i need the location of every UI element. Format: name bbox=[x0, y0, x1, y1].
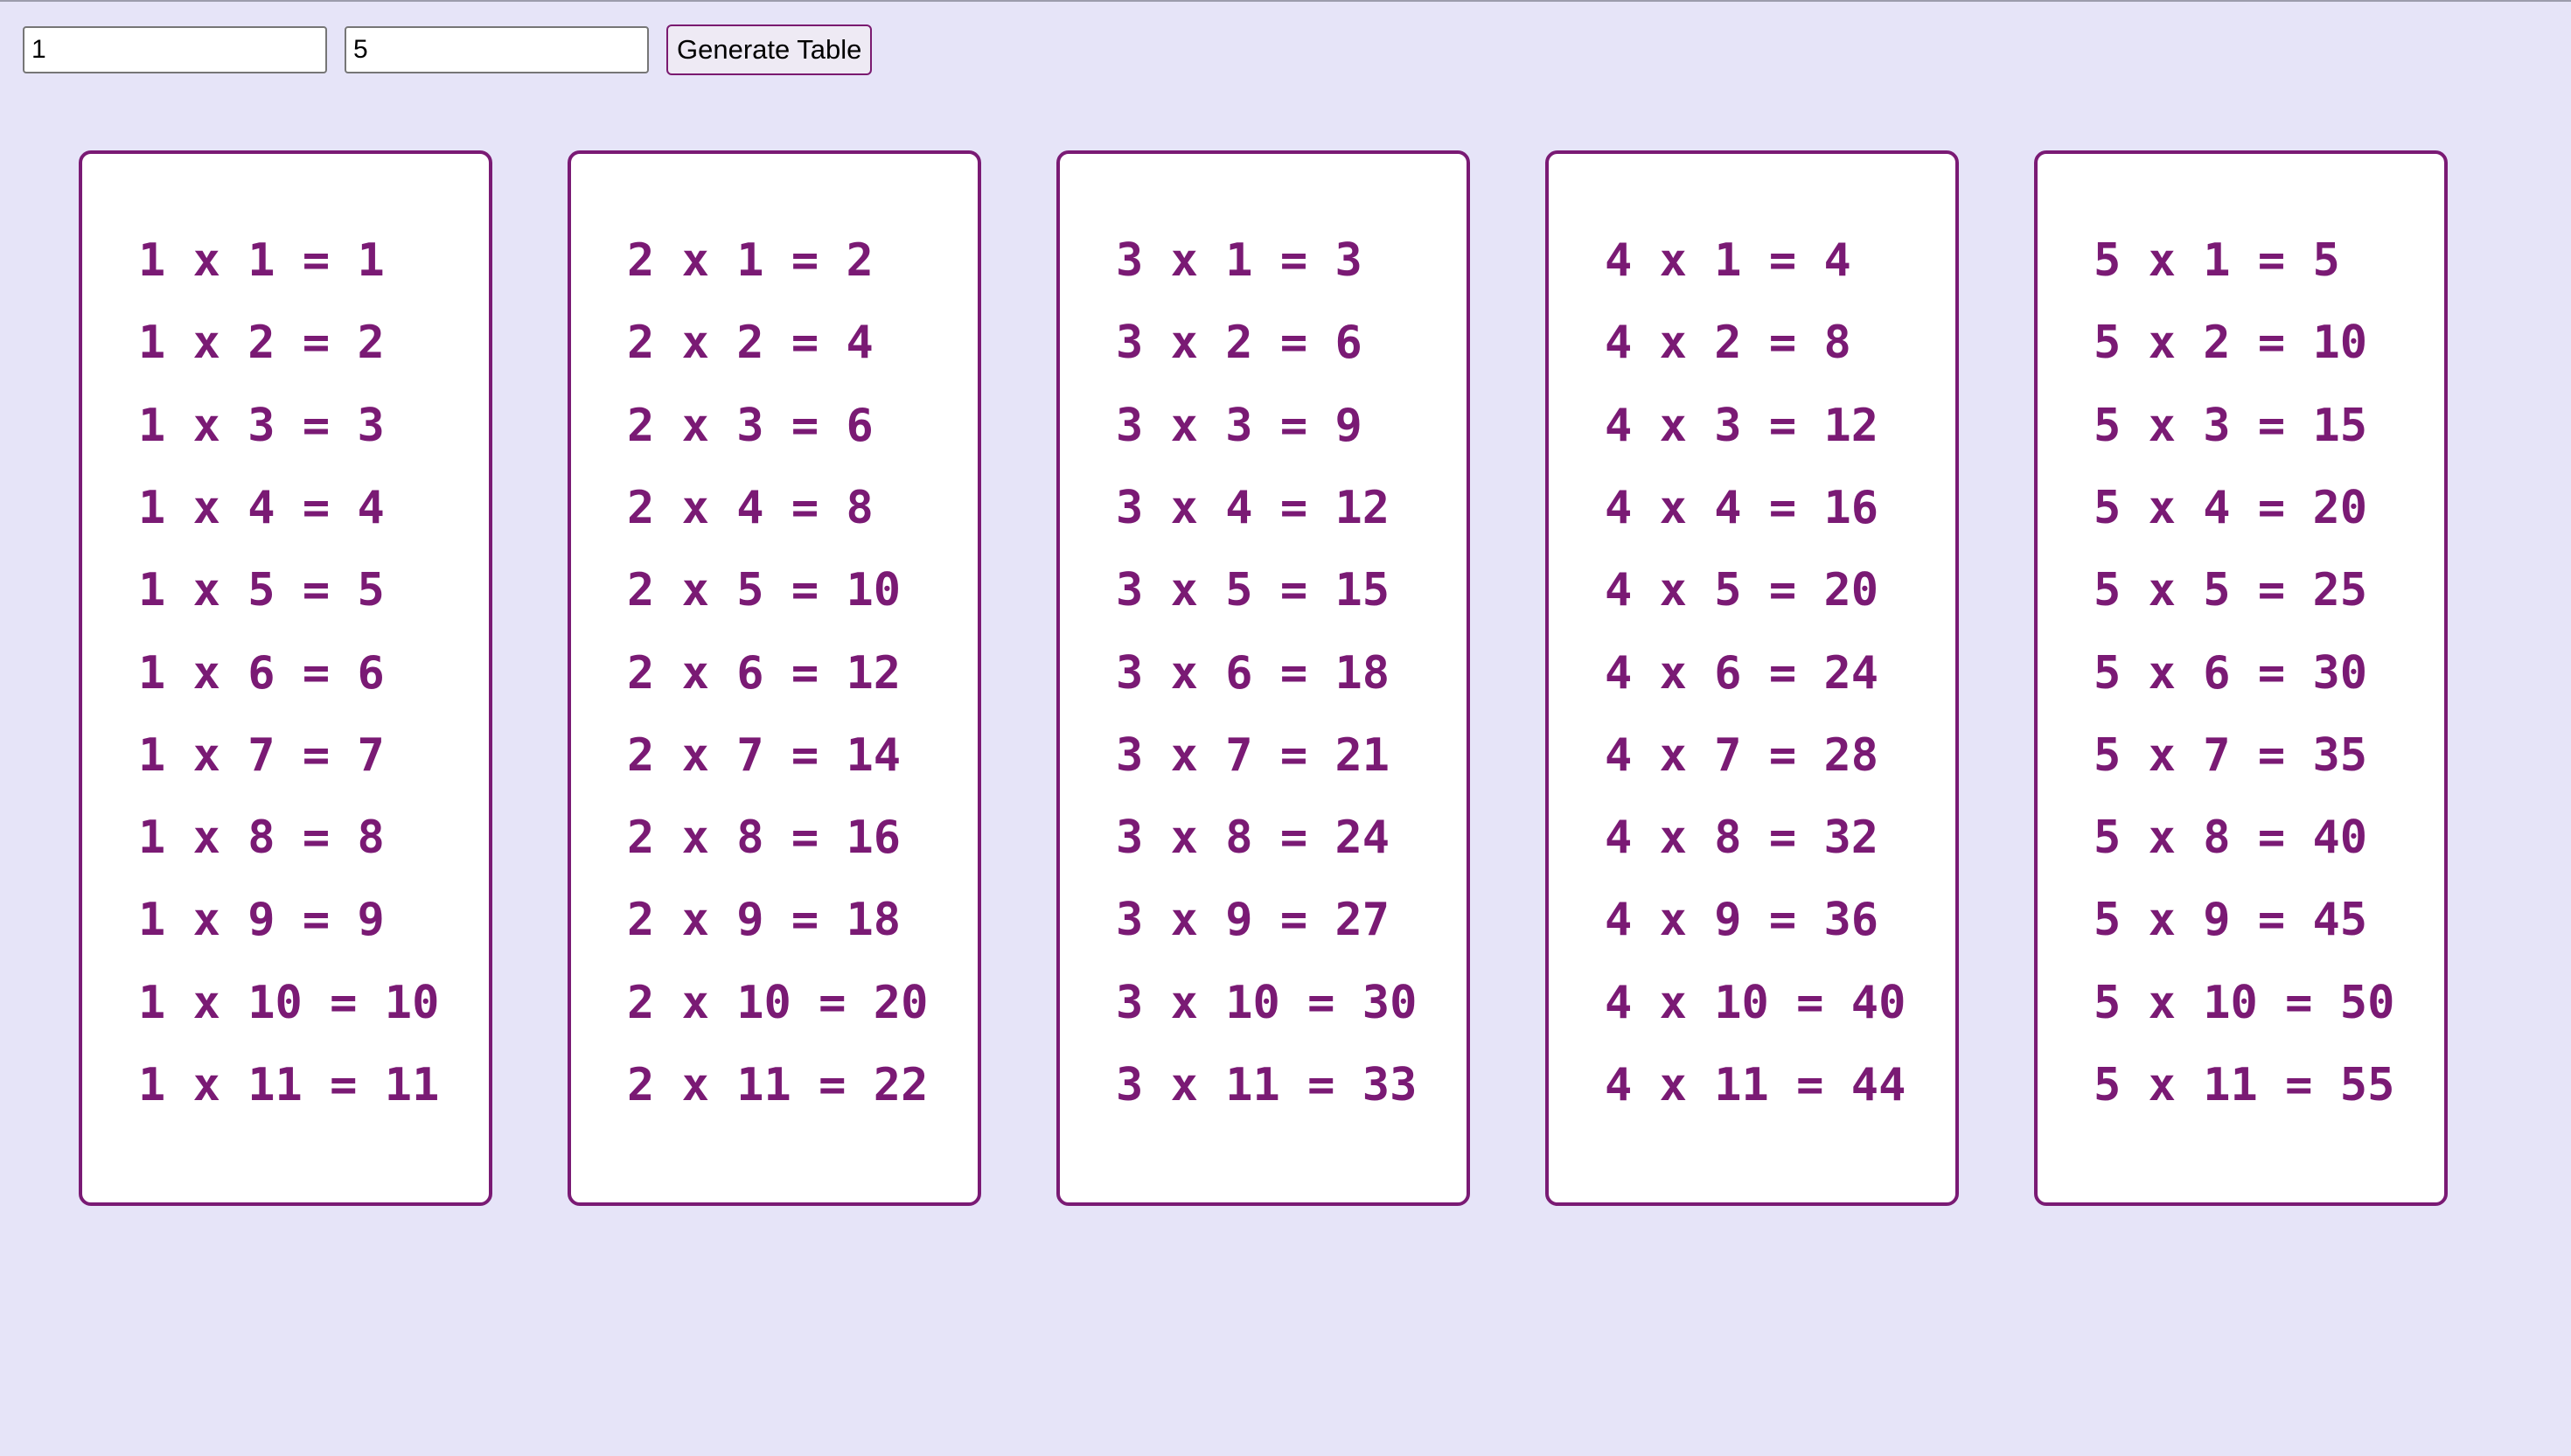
table-row: 2 x 9 = 18 bbox=[627, 894, 902, 947]
table-row: 3 x 6 = 18 bbox=[1116, 646, 1390, 700]
multiplication-table-card-4: 4 x 1 = 4 4 x 2 = 8 4 x 3 = 12 4 x 4 = 16 4 … bbox=[1545, 150, 1959, 1206]
table-row: 5 x 2 = 10 bbox=[2094, 317, 2368, 370]
table-row: 3 x 3 = 9 bbox=[1116, 399, 1362, 452]
table-row: 5 x 8 = 40 bbox=[2094, 812, 2368, 865]
table-row: 3 x 2 = 6 bbox=[1116, 317, 1362, 370]
table-row: 3 x 5 = 15 bbox=[1116, 564, 1390, 617]
table-row: 3 x 11 = 33 bbox=[1116, 1059, 1418, 1111]
table-row: 2 x 7 = 14 bbox=[627, 728, 902, 782]
table-row: 1 x 4 = 4 bbox=[138, 481, 385, 534]
table-row: 5 x 11 = 55 bbox=[2094, 1059, 2395, 1111]
table-row: 5 x 3 = 15 bbox=[2094, 399, 2368, 452]
table-row: 5 x 1 = 5 bbox=[2094, 234, 2340, 287]
table-row: 1 x 1 = 1 bbox=[138, 234, 385, 287]
table-row: 4 x 10 = 40 bbox=[1605, 976, 1906, 1029]
table-row: 2 x 5 = 10 bbox=[627, 564, 902, 617]
table-row: 3 x 4 = 12 bbox=[1116, 481, 1390, 534]
table-row: 2 x 1 = 2 bbox=[627, 234, 874, 287]
table-row: 1 x 8 = 8 bbox=[138, 812, 385, 865]
table-row: 5 x 4 = 20 bbox=[2094, 481, 2368, 534]
multiplication-table-card-5: 5 x 1 = 5 5 x 2 = 10 5 x 3 = 15 5 x 4 = 20 5… bbox=[2034, 150, 2448, 1206]
table-row: 4 x 7 = 28 bbox=[1605, 728, 1879, 782]
table-row: 1 x 3 = 3 bbox=[138, 399, 385, 452]
table-row: 4 x 6 = 24 bbox=[1605, 646, 1879, 700]
table-row: 4 x 11 = 44 bbox=[1605, 1059, 1906, 1111]
table-row: 1 x 10 = 10 bbox=[138, 976, 440, 1029]
table-row: 1 x 6 = 6 bbox=[138, 646, 385, 700]
table-row: 4 x 5 = 20 bbox=[1605, 564, 1879, 617]
table-row: 3 x 8 = 24 bbox=[1116, 812, 1390, 865]
table-row: 2 x 10 = 20 bbox=[627, 976, 929, 1029]
table-row: 4 x 3 = 12 bbox=[1605, 399, 1879, 452]
table-row: 4 x 1 = 4 bbox=[1605, 234, 1851, 287]
multiplication-table-card-3: 3 x 1 = 3 3 x 2 = 6 3 x 3 = 9 3 x 4 = 12 3 x… bbox=[1056, 150, 1470, 1206]
table-row: 2 x 11 = 22 bbox=[627, 1059, 929, 1111]
tables-container: 1 x 1 = 1 1 x 2 = 2 1 x 3 = 3 1 x 4 = 4 1 x … bbox=[0, 0, 2571, 1456]
table-row: 5 x 10 = 50 bbox=[2094, 976, 2395, 1029]
table-row: 2 x 4 = 8 bbox=[627, 481, 874, 534]
table-row: 5 x 6 = 30 bbox=[2094, 646, 2368, 700]
table-row: 3 x 10 = 30 bbox=[1116, 976, 1418, 1029]
table-row: 4 x 9 = 36 bbox=[1605, 894, 1879, 947]
table-row: 1 x 11 = 11 bbox=[138, 1059, 440, 1111]
multiplication-table-card-1: 1 x 1 = 1 1 x 2 = 2 1 x 3 = 3 1 x 4 = 4 1 x … bbox=[79, 150, 492, 1206]
table-row: 2 x 6 = 12 bbox=[627, 646, 902, 700]
table-row: 4 x 2 = 8 bbox=[1605, 317, 1851, 370]
table-row: 4 x 8 = 32 bbox=[1605, 812, 1879, 865]
table-row: 3 x 1 = 3 bbox=[1116, 234, 1362, 287]
table-row: 3 x 7 = 21 bbox=[1116, 728, 1390, 782]
table-row: 5 x 9 = 45 bbox=[2094, 894, 2368, 947]
table-row: 1 x 5 = 5 bbox=[138, 564, 385, 617]
table-row: 1 x 9 = 9 bbox=[138, 894, 385, 947]
table-row: 2 x 3 = 6 bbox=[627, 399, 874, 452]
table-row: 1 x 7 = 7 bbox=[138, 728, 385, 782]
table-row: 1 x 2 = 2 bbox=[138, 317, 385, 370]
table-row: 3 x 9 = 27 bbox=[1116, 894, 1390, 947]
table-row: 5 x 5 = 25 bbox=[2094, 564, 2368, 617]
table-row: 5 x 7 = 35 bbox=[2094, 728, 2368, 782]
table-row: 2 x 2 = 4 bbox=[627, 317, 874, 370]
table-row: 4 x 4 = 16 bbox=[1605, 481, 1879, 534]
table-row: 2 x 8 = 16 bbox=[627, 812, 902, 865]
multiplication-table-card-2: 2 x 1 = 2 2 x 2 = 4 2 x 3 = 6 2 x 4 = 8 2 x … bbox=[568, 150, 981, 1206]
